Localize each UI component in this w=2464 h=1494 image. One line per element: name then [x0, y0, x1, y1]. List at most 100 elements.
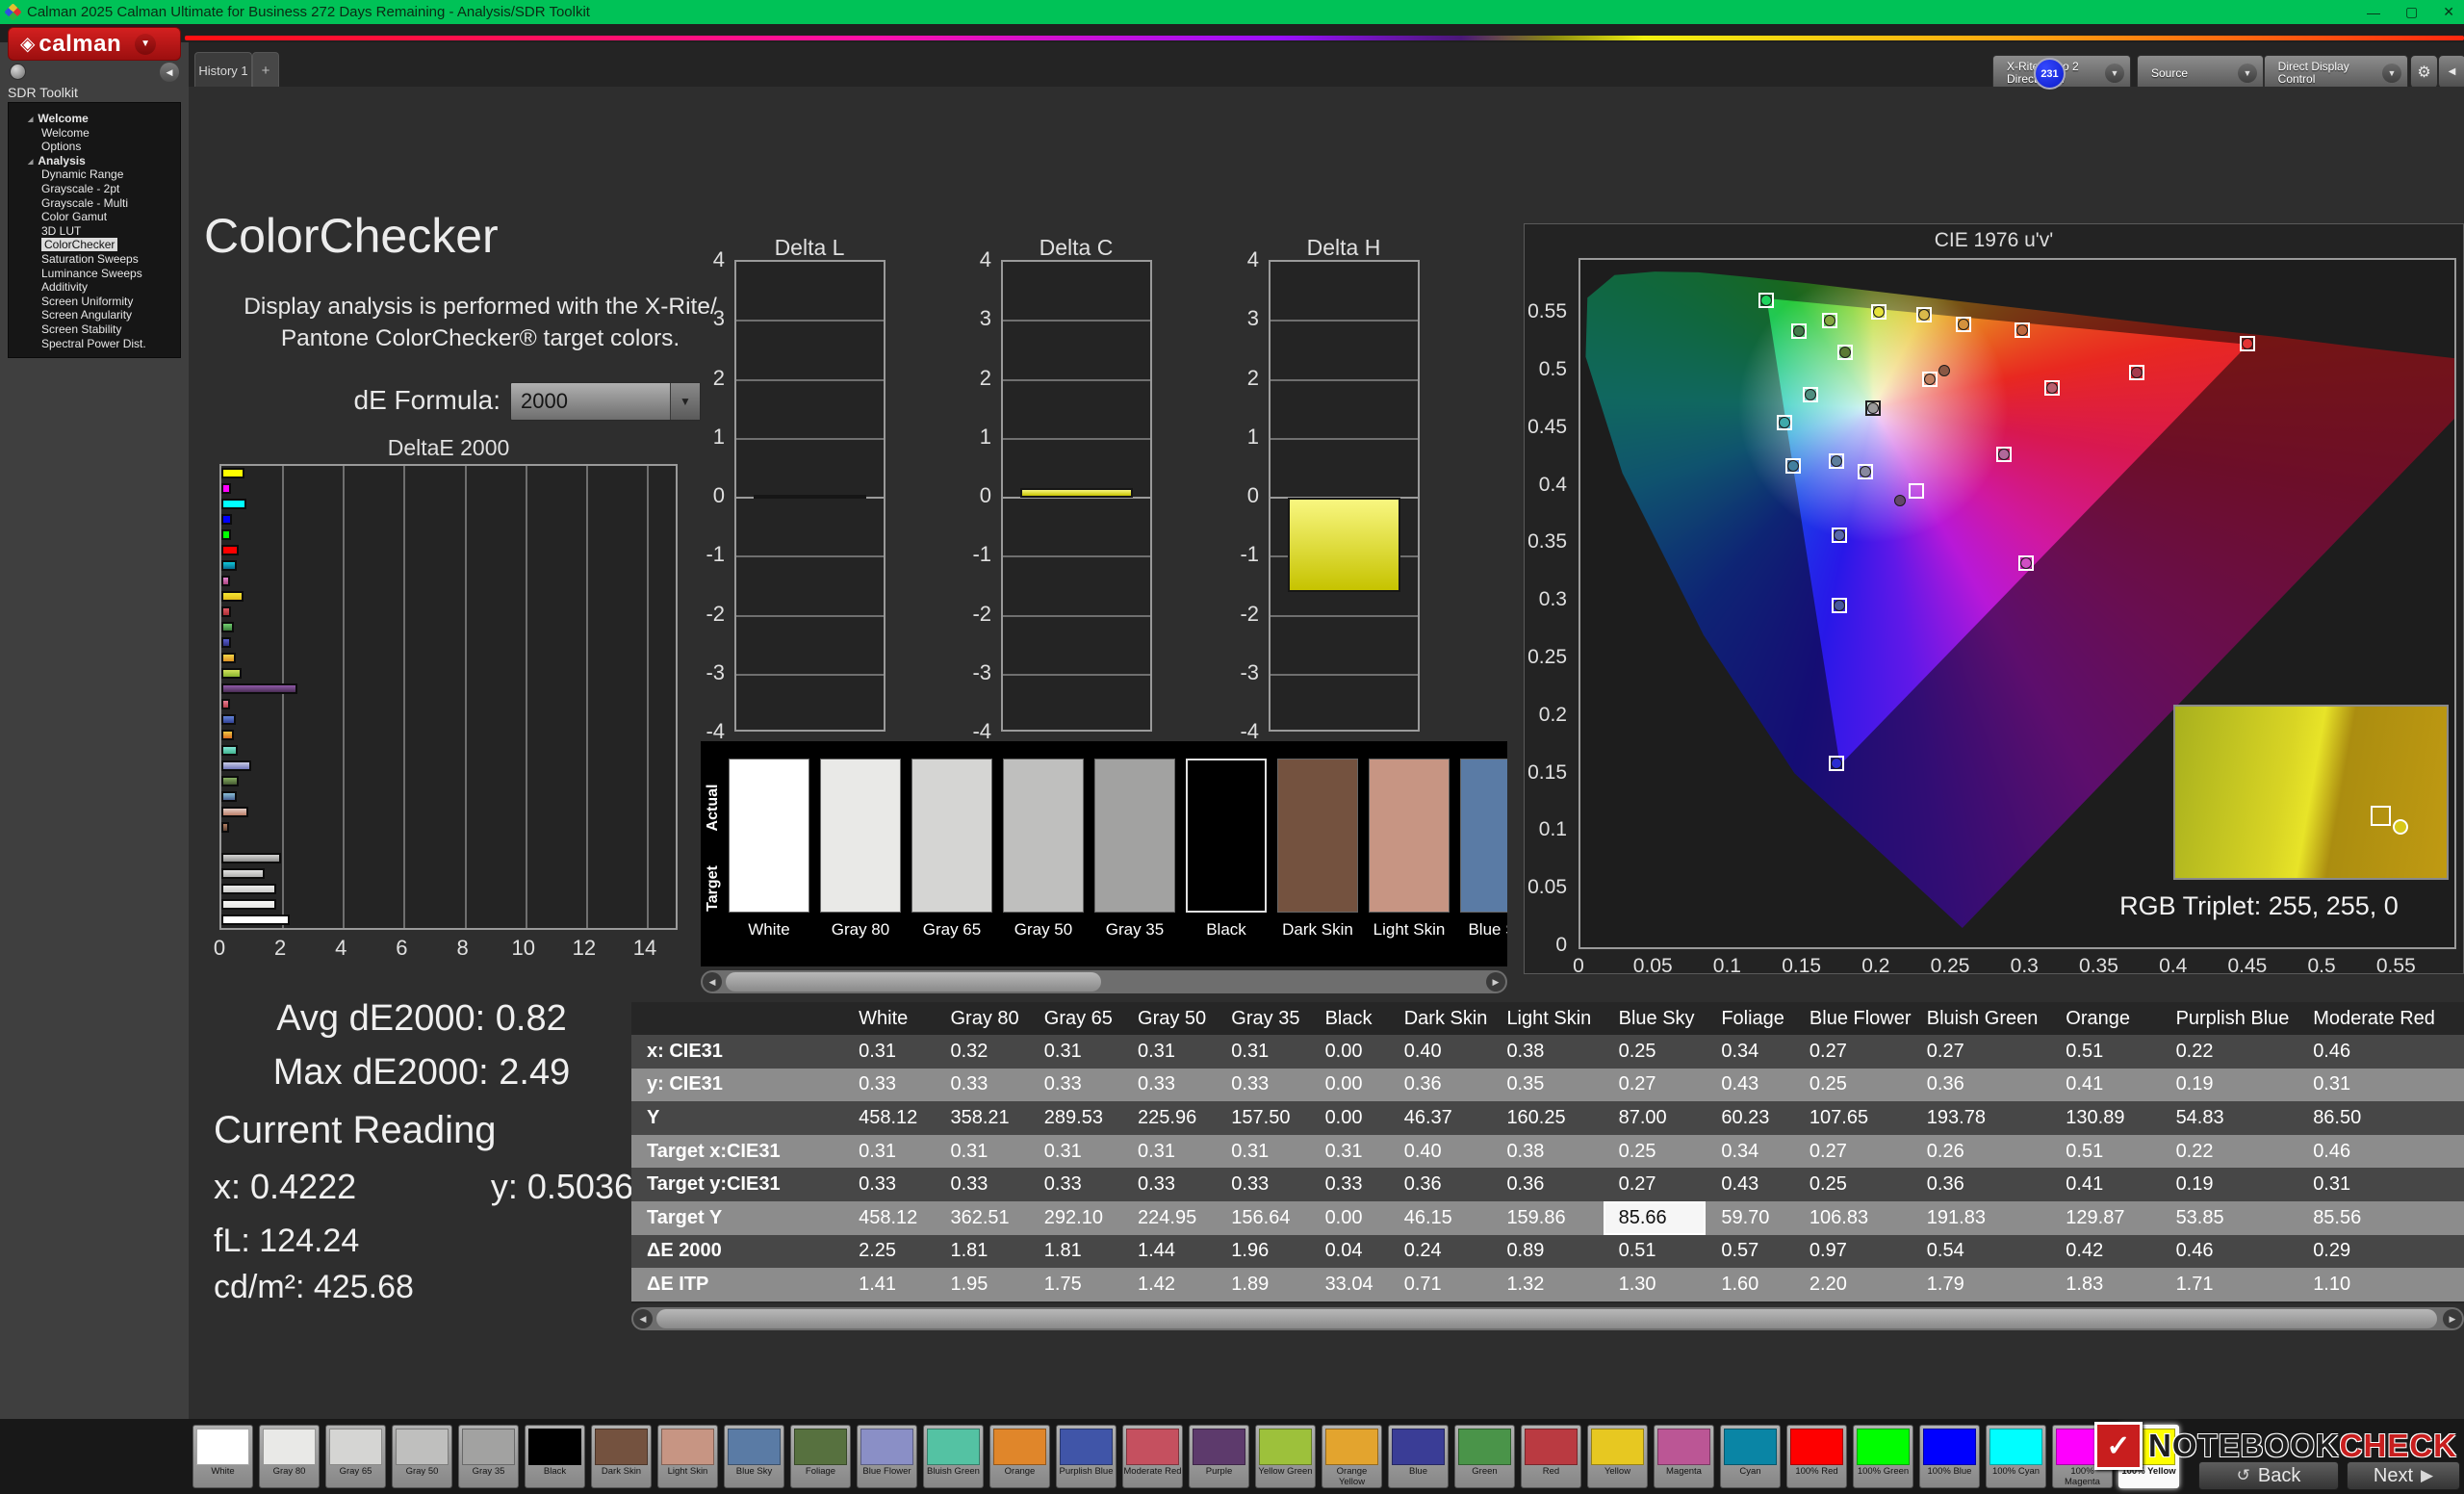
patch-swatch-white[interactable] — [729, 759, 809, 913]
patch-swatch-dark-skin[interactable] — [1277, 759, 1358, 913]
scrollbar-thumb[interactable] — [656, 1309, 2437, 1328]
patch-swatch-gray-35[interactable] — [1094, 759, 1175, 913]
scroll-right-icon[interactable]: ▶ — [1486, 972, 1505, 992]
collapse-panel-button[interactable]: ◀ — [2438, 55, 2464, 89]
chevron-down-icon[interactable]: ▼ — [2238, 64, 2257, 83]
close-icon[interactable]: ✕ — [2443, 4, 2454, 20]
scrollbar-thumb[interactable] — [726, 972, 1101, 992]
tree-item-3d-lut[interactable]: 3D LUT — [9, 224, 180, 239]
patch-tile-100-green[interactable]: 100% Green — [1853, 1425, 1913, 1488]
patch-tile-black[interactable]: Black — [525, 1425, 585, 1488]
patch-tile-orange-yellow[interactable]: Orange Yellow — [1322, 1425, 1382, 1488]
patch-swatch-gray-80[interactable] — [820, 759, 901, 913]
patch-tile-light-skin[interactable]: Light Skin — [657, 1425, 718, 1488]
patch-tile-gray-35[interactable]: Gray 35 — [458, 1425, 519, 1488]
cell-target-y-cie31-dark-skin: 0.36 — [1388, 1168, 1492, 1201]
tree-item-luminance-sweeps[interactable]: Luminance Sweeps — [9, 267, 180, 281]
patch-tile-100-red[interactable]: 100% Red — [1786, 1425, 1847, 1488]
patch-swatch-gray-50[interactable] — [1003, 759, 1084, 913]
cell-target-y-blue-sky[interactable]: 85.66 — [1603, 1200, 1707, 1235]
patch-swatch-black[interactable] — [1186, 759, 1267, 913]
cell-y-black: 0.00 — [1309, 1101, 1389, 1135]
tree-item-screen-stability[interactable]: Screen Stability — [9, 322, 180, 337]
tree-item-grayscale-multi[interactable]: Grayscale - Multi — [9, 196, 180, 211]
cell-y-white: 458.12 — [843, 1101, 936, 1135]
cell-y-moderate-red: 86.50 — [2297, 1101, 2464, 1135]
cell-target-y-cie31-moderate-red: 0.31 — [2297, 1168, 2464, 1201]
next-button[interactable]: Next ▶ — [2347, 1461, 2460, 1490]
spectrum-slider-line[interactable] — [185, 36, 2464, 40]
tree-item-additivity[interactable]: Additivity — [9, 280, 180, 295]
patch-tile-yellow[interactable]: Yellow — [1587, 1425, 1648, 1488]
cie-x-tick-0: 0 — [1573, 955, 1584, 977]
tree-item-dynamic-range[interactable]: Dynamic Range — [9, 167, 180, 182]
patch-tile-yellow-green[interactable]: Yellow Green — [1255, 1425, 1316, 1488]
tab-history-1[interactable]: History 1 — [194, 52, 252, 88]
deltae-bar-yellow — [221, 591, 244, 602]
patch-tile-purplish-blue[interactable]: Purplish Blue — [1056, 1425, 1116, 1488]
patch-tile-label: Light Skin — [667, 1466, 708, 1477]
tree-item-options[interactable]: Options — [9, 140, 180, 154]
patch-tile-foliage[interactable]: Foliage — [790, 1425, 851, 1488]
source-label: Source — [2151, 65, 2189, 80]
patch-swatch-gray-65[interactable] — [911, 759, 992, 913]
y-tick-delta-c-4: 4 — [979, 247, 991, 271]
minimize-icon[interactable]: — — [2367, 5, 2380, 20]
patch-swatch-light-skin[interactable] — [1369, 759, 1450, 913]
delta-bar-delta-h — [1288, 498, 1400, 592]
patch-tile-green[interactable]: Green — [1454, 1425, 1515, 1488]
tree-item-colorchecker[interactable]: ColorChecker — [9, 238, 180, 252]
scroll-left-icon[interactable]: ◀ — [633, 1309, 653, 1328]
patch-tile-cyan[interactable]: Cyan — [1720, 1425, 1781, 1488]
tree-expand-icon[interactable]: ◢ — [28, 156, 33, 170]
chevron-down-icon[interactable]: ▼ — [2105, 64, 2124, 83]
patch-tile-swatch — [1126, 1429, 1179, 1465]
de-formula-select[interactable]: 2000 ▼ — [510, 382, 701, 421]
patch-tile-blue-sky[interactable]: Blue Sky — [724, 1425, 784, 1488]
tree-item-screen-uniformity[interactable]: Screen Uniformity — [9, 295, 180, 309]
maximize-icon[interactable]: ▢ — [2405, 4, 2418, 20]
calman-menu-button[interactable]: ◈ calman ▼ — [8, 27, 181, 61]
tree-item-grayscale-2pt[interactable]: Grayscale - 2pt — [9, 182, 180, 196]
patch-tile-gray-80[interactable]: Gray 80 — [259, 1425, 320, 1488]
tree-item-spectral-power-dist[interactable]: Spectral Power Dist. — [9, 337, 180, 351]
table-scrollbar[interactable]: ◀ ▶ — [631, 1307, 2464, 1330]
tree-item-welcome[interactable]: ◢ Welcome — [9, 112, 180, 126]
patch-tile-100-cyan[interactable]: 100% Cyan — [1986, 1425, 2046, 1488]
patch-tile-bluish-green[interactable]: Bluish Green — [923, 1425, 984, 1488]
meter-count-badge[interactable]: 231 — [2034, 58, 2066, 90]
tree-item-welcome[interactable]: Welcome — [9, 126, 180, 141]
deltae-x-tick-8: 8 — [456, 936, 469, 960]
tree-item-color-gamut[interactable]: Color Gamut — [9, 210, 180, 224]
chevron-down-icon[interactable]: ▼ — [135, 33, 157, 55]
patch-tile-red[interactable]: Red — [1521, 1425, 1581, 1488]
tree-item-saturation-sweeps[interactable]: Saturation Sweeps — [9, 252, 180, 267]
scroll-left-icon[interactable]: ◀ — [703, 972, 722, 992]
patch-tile-blue[interactable]: Blue — [1388, 1425, 1449, 1488]
back-button[interactable]: ↺ Back — [2198, 1461, 2339, 1490]
sidebar-knob-icon[interactable] — [10, 64, 26, 80]
tree-item-analysis[interactable]: ◢ Analysis — [9, 154, 180, 168]
scroll-right-icon[interactable]: ▶ — [2443, 1309, 2462, 1328]
patch-tile-gray-50[interactable]: Gray 50 — [392, 1425, 452, 1488]
cie-y-tick-0.15: 0.15 — [1527, 760, 1567, 784]
cell-target-x-cie31-gray-65: 0.31 — [1028, 1134, 1123, 1169]
tree-item-screen-angularity[interactable]: Screen Angularity — [9, 308, 180, 322]
settings-button[interactable]: ⚙ — [2410, 55, 2438, 89]
chevron-down-icon[interactable]: ▼ — [2382, 64, 2401, 83]
add-tab-button[interactable]: + — [252, 52, 279, 88]
patch-tile-orange[interactable]: Orange — [989, 1425, 1050, 1488]
sidebar-collapse-button[interactable]: ◀ — [160, 63, 179, 82]
patch-tile-moderate-red[interactable]: Moderate Red — [1122, 1425, 1183, 1488]
patch-tile-white[interactable]: White — [192, 1425, 253, 1488]
cie-y-tick-0.45: 0.45 — [1527, 415, 1567, 438]
patch-tile-blue-flower[interactable]: Blue Flower — [857, 1425, 917, 1488]
patch-tile-purple[interactable]: Purple — [1189, 1425, 1249, 1488]
patch-tile-100-blue[interactable]: 100% Blue — [1919, 1425, 1980, 1488]
patch-tile-magenta[interactable]: Magenta — [1654, 1425, 1714, 1488]
swatch-panel-scrollbar[interactable]: ◀ ▶ — [701, 970, 1507, 993]
patch-tile-dark-skin[interactable]: Dark Skin — [591, 1425, 652, 1488]
notebookcheck-logo-icon: ✓ — [2094, 1422, 2143, 1470]
patch-tile-gray-65[interactable]: Gray 65 — [325, 1425, 386, 1488]
tree-expand-icon[interactable]: ◢ — [28, 114, 33, 128]
